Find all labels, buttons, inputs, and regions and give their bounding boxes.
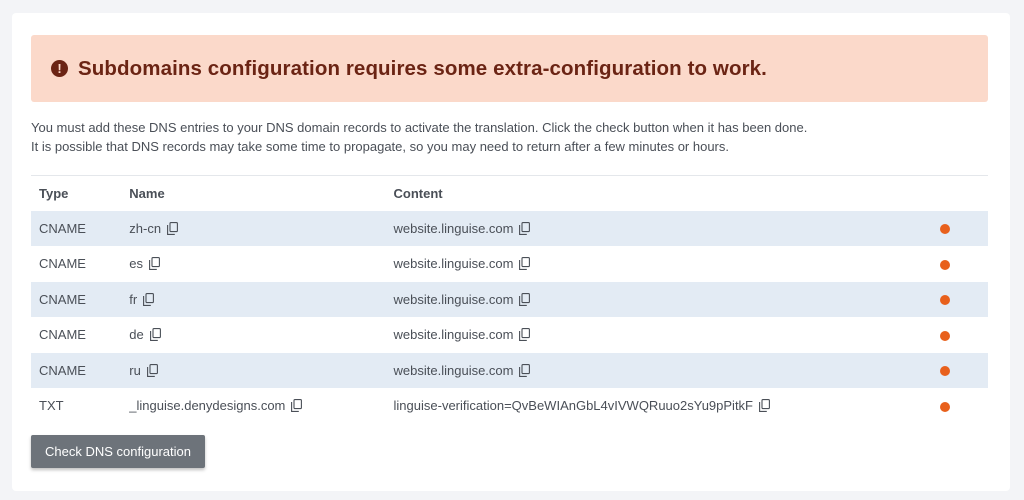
copy-icon[interactable]: [149, 328, 161, 342]
record-content: website.linguise.com: [393, 291, 514, 307]
status-dot-icon: [939, 401, 950, 412]
table-row: TXT _linguise.denydesigns.com linguise-ver…: [31, 388, 988, 424]
record-content-cell: website.linguise.com: [386, 317, 918, 353]
dns-config-card: ! Subdomains configuration requires some…: [12, 13, 1010, 491]
copy-icon[interactable]: [519, 363, 531, 377]
copy-icon[interactable]: [146, 363, 158, 377]
record-name: ru: [129, 362, 141, 378]
alert-text: Subdomains configuration requires some e…: [78, 56, 767, 80]
copy-icon[interactable]: [519, 292, 531, 306]
copy-icon[interactable]: [759, 399, 770, 413]
status-dot-icon: [939, 330, 950, 341]
record-status-cell: [918, 282, 988, 318]
exclamation-circle-icon: !: [51, 60, 68, 77]
table-row: CNAME es website.linguise.com: [31, 246, 988, 282]
record-content: website.linguise.com: [393, 220, 514, 236]
record-content: website.linguise.com: [393, 256, 514, 272]
record-name-cell: de: [121, 317, 385, 353]
record-type: TXT: [39, 398, 64, 414]
record-content-cell: website.linguise.com: [386, 246, 918, 282]
copy-icon[interactable]: [519, 257, 531, 271]
table-body: CNAME zh-cn website.linguise.com CNAME es web…: [31, 210, 988, 424]
record-status-cell: [918, 353, 988, 389]
record-name-cell: _linguise.denydesigns.com: [121, 388, 385, 424]
instructions: You must add these DNS entries to your D…: [31, 118, 991, 156]
record-name-cell: es: [121, 246, 385, 282]
record-name: zh-cn: [129, 220, 162, 236]
table-header-row: Type Name Content: [31, 175, 988, 211]
record-type: CNAME: [39, 220, 86, 236]
record-content: linguise-verification=QvBeWIAnGbL4vIVWQR…: [393, 398, 753, 414]
record-status-cell: [918, 211, 988, 247]
check-dns-button[interactable]: Check DNS configuration: [31, 435, 205, 468]
record-status-cell: [918, 388, 988, 424]
record-content: website.linguise.com: [393, 362, 514, 378]
header-content: Content: [393, 185, 443, 201]
record-name: fr: [129, 291, 138, 307]
copy-icon[interactable]: [167, 221, 179, 235]
status-dot-icon: [939, 366, 950, 377]
record-type: CNAME: [39, 327, 86, 343]
copy-icon[interactable]: [143, 292, 155, 306]
record-name-cell: fr: [121, 282, 385, 318]
status-dot-icon: [939, 224, 950, 235]
copy-icon[interactable]: [291, 399, 303, 413]
record-content-cell: linguise-verification=QvBeWIAnGbL4vIVWQR…: [386, 388, 918, 424]
record-content-cell: website.linguise.com: [386, 211, 918, 247]
record-status-cell: [918, 246, 988, 282]
copy-icon[interactable]: [519, 221, 531, 235]
record-name: de: [129, 327, 144, 343]
dns-records-table: Type Name Content CNAME zh-cn website.ling…: [31, 175, 988, 424]
copy-icon[interactable]: [149, 257, 160, 271]
header-status: [918, 176, 988, 211]
record-name: es: [129, 256, 144, 272]
copy-icon[interactable]: [519, 328, 531, 342]
header-name: Name: [129, 185, 165, 201]
record-content-cell: website.linguise.com: [386, 353, 918, 389]
header-type: Type: [39, 185, 69, 201]
table-row: CNAME fr website.linguise.com: [31, 281, 988, 318]
record-name-cell: zh-cn: [121, 211, 385, 247]
record-status-cell: [918, 317, 988, 353]
record-type: CNAME: [39, 291, 86, 307]
record-type: CNAME: [39, 362, 86, 378]
record-name: _linguise.denydesigns.com: [129, 398, 286, 414]
record-name-cell: ru: [121, 353, 385, 389]
status-dot-icon: [939, 295, 950, 306]
table-row: CNAME zh-cn website.linguise.com: [31, 210, 988, 247]
status-dot-icon: [939, 259, 950, 270]
record-type: CNAME: [39, 256, 86, 272]
table-row: CNAME de website.linguise.com: [31, 317, 988, 353]
record-content-cell: website.linguise.com: [386, 282, 918, 318]
instructions-line-2: It is possible that DNS records may take…: [31, 139, 729, 154]
table-row: CNAME ru website.linguise.com: [31, 352, 988, 389]
instructions-line-1: You must add these DNS entries to your D…: [31, 120, 808, 135]
alert-banner: ! Subdomains configuration requires some…: [31, 35, 988, 102]
record-content: website.linguise.com: [393, 327, 514, 343]
